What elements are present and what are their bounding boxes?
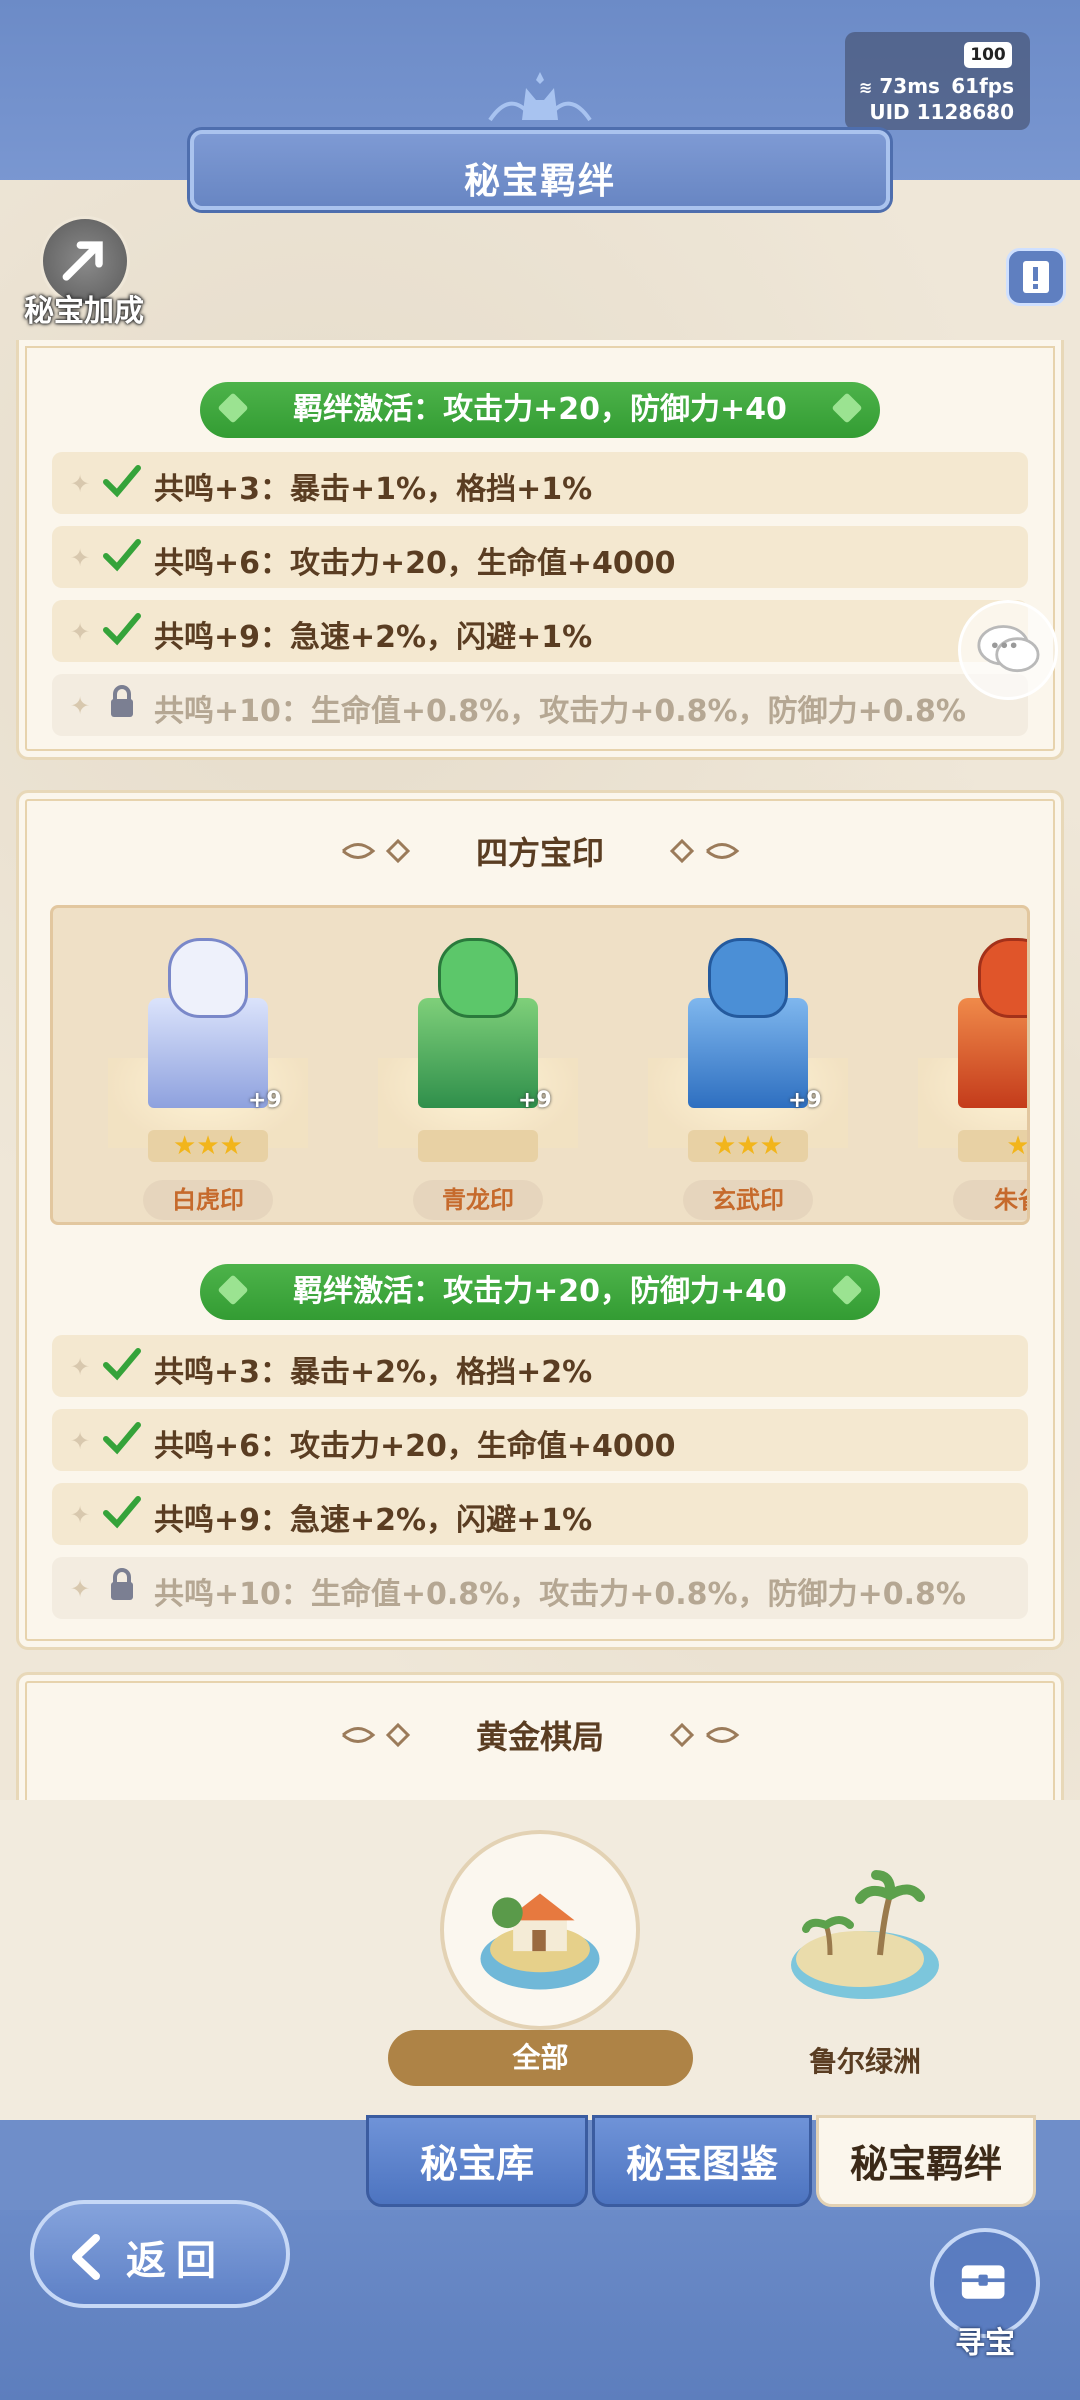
chat-bubble-icon[interactable] bbox=[958, 600, 1058, 700]
section-title-text: 黄金棋局 bbox=[475, 1718, 604, 1756]
sparkle-icon: ✦ bbox=[70, 544, 91, 572]
resonance-row-locked: ✦ 共鸣+10：生命值+0.8%，攻击力+0.8%，防御力+0.8% bbox=[52, 1557, 1028, 1619]
tab-treasure-vault[interactable]: 秘宝库 bbox=[366, 2115, 588, 2207]
seal-stars: ★★★ bbox=[148, 1130, 268, 1162]
oasis-island-icon bbox=[791, 1870, 939, 1999]
tortoise-figure-icon bbox=[708, 938, 788, 1018]
region-all-button[interactable] bbox=[440, 1830, 640, 2030]
wifi-icon: ≋ bbox=[859, 78, 873, 97]
check-icon bbox=[103, 613, 141, 646]
sparkle-icon: ✦ bbox=[70, 1427, 91, 1455]
page-title: 秘宝羁绊 bbox=[463, 161, 616, 202]
seal-card-white-tiger[interactable]: +9 ★★★ 白虎印 bbox=[88, 908, 328, 1222]
seal-name: 青龙印 bbox=[413, 1180, 543, 1220]
section-title: 黄金棋局 bbox=[340, 1712, 740, 1762]
resonance-row: ✦ 共鸣+3：暴击+2%，格挡+2% bbox=[52, 1335, 1028, 1397]
seal-name: 白虎印 bbox=[143, 1180, 273, 1220]
activation-text: 羁绊激活：攻击力+20，防御力+40 bbox=[293, 1274, 787, 1309]
resonance-row: ✦ 共鸣+6：攻击力+20，生命值+4000 bbox=[52, 526, 1028, 588]
seal-stars: ★ bbox=[958, 1130, 1027, 1162]
resonance-text: 共鸣+6：攻击力+20，生命值+4000 bbox=[154, 1429, 676, 1464]
resonance-text: 共鸣+9：急速+2%，闪避+1% bbox=[154, 620, 593, 655]
seal-stars: ★★★ bbox=[688, 1130, 808, 1162]
resonance-row: ✦ 共鸣+6：攻击力+20，生命值+4000 bbox=[52, 1409, 1028, 1471]
seal-name: 玄武印 bbox=[683, 1180, 813, 1220]
ping-readout: ≋ 73ms bbox=[859, 74, 940, 98]
activation-banner-2: 羁绊激活：攻击力+20，防御力+40 bbox=[200, 1264, 880, 1320]
uid-readout: UID 1128680 bbox=[869, 100, 1014, 124]
title-ribbon: 秘宝羁绊 bbox=[190, 130, 890, 210]
section-title-text: 四方宝印 bbox=[475, 834, 604, 872]
book-icon[interactable] bbox=[1006, 248, 1066, 306]
seal-name: 朱雀 bbox=[953, 1180, 1027, 1220]
seal-level: +9 bbox=[248, 1088, 282, 1113]
seal-level: +9 bbox=[788, 1088, 822, 1113]
check-icon bbox=[103, 1496, 141, 1529]
back-label: 返回 bbox=[126, 2238, 226, 2284]
fps-readout: 61fps bbox=[951, 74, 1014, 98]
tab-treasure-codex[interactable]: 秘宝图鉴 bbox=[592, 2115, 812, 2207]
ornament-left-icon bbox=[342, 1722, 411, 1748]
check-icon bbox=[103, 465, 141, 498]
status-overlay: 100 ≋ 73ms 61fps UID 1128680 bbox=[845, 32, 1030, 130]
seal-card-vermilion-bird[interactable]: ★ 朱雀 bbox=[898, 908, 1027, 1222]
lock-icon bbox=[111, 685, 133, 717]
back-button[interactable]: 返回 bbox=[30, 2200, 290, 2308]
resonance-row: ✦ 共鸣+9：急速+2%，闪避+1% bbox=[52, 600, 1028, 662]
ornament-left-icon bbox=[342, 838, 411, 864]
resonance-row: ✦ 共鸣+9：急速+2%，闪避+1% bbox=[52, 1483, 1028, 1545]
region-oasis-button[interactable] bbox=[780, 1855, 950, 2025]
back-arrow-icon bbox=[72, 2234, 100, 2280]
resonance-text: 共鸣+10：生命值+0.8%，攻击力+0.8%，防御力+0.8% bbox=[154, 1577, 966, 1612]
resonance-text: 共鸣+3：暴击+1%，格挡+1% bbox=[154, 472, 593, 507]
resonance-text: 共鸣+10：生命值+0.8%，攻击力+0.8%，防御力+0.8% bbox=[154, 694, 966, 729]
check-icon bbox=[103, 1348, 141, 1381]
ornament-right-icon bbox=[669, 838, 740, 864]
tab-treasure-bonds[interactable]: 秘宝羁绊 bbox=[816, 2115, 1036, 2207]
resonance-text: 共鸣+6：攻击力+20，生命值+4000 bbox=[154, 546, 676, 581]
tiger-figure-icon bbox=[168, 938, 248, 1018]
seal-card-azure-dragon[interactable]: +9 青龙印 bbox=[358, 908, 598, 1222]
seal-level: +9 bbox=[518, 1088, 552, 1113]
cat-emblem-icon bbox=[488, 72, 592, 122]
activation-text: 羁绊激活：攻击力+20，防御力+40 bbox=[293, 392, 787, 427]
sparkle-icon: ✦ bbox=[70, 618, 91, 646]
check-icon bbox=[103, 1422, 141, 1455]
treasure-hunt-label[interactable]: 寻宝 bbox=[935, 2318, 1035, 2362]
ornament-right-icon bbox=[669, 1722, 740, 1748]
resonance-text: 共鸣+9：急速+2%，闪避+1% bbox=[154, 1503, 593, 1538]
seal-card-black-tortoise[interactable]: +9 ★★★ 玄武印 bbox=[628, 908, 868, 1222]
resonance-row: ✦ 共鸣+3：暴击+1%，格挡+1% bbox=[52, 452, 1028, 514]
phoenix-figure-icon bbox=[978, 938, 1027, 1018]
section-title: 四方宝印 bbox=[340, 828, 740, 878]
sparkle-icon: ✦ bbox=[70, 470, 91, 498]
seal-carousel[interactable]: +9 ★★★ 白虎印 +9 青龙印 +9 ★★★ 玄武印 ★ 朱雀 bbox=[50, 905, 1030, 1225]
resonance-text: 共鸣+3：暴击+2%，格挡+2% bbox=[154, 1355, 593, 1390]
lock-icon bbox=[111, 1568, 133, 1600]
activation-banner-1: 羁绊激活：攻击力+20，防御力+40 bbox=[200, 382, 880, 438]
sparkle-icon: ✦ bbox=[70, 692, 91, 720]
battery-indicator: 100 bbox=[964, 42, 1012, 68]
resonance-row-locked: ✦ 共鸣+10：生命值+0.8%，攻击力+0.8%，防御力+0.8% bbox=[52, 674, 1028, 736]
seal-stars bbox=[418, 1130, 538, 1162]
bonus-label: 秘宝加成 bbox=[24, 294, 144, 329]
treasure-bonus-button[interactable]: 秘宝加成 bbox=[14, 210, 154, 330]
region-all-label[interactable]: 全部 bbox=[388, 2030, 693, 2086]
region-oasis-label[interactable]: 鲁尔绿洲 bbox=[760, 2040, 970, 2080]
check-icon bbox=[103, 539, 141, 572]
sparkle-icon: ✦ bbox=[70, 1501, 91, 1529]
dragon-figure-icon bbox=[438, 938, 518, 1018]
house-island-icon bbox=[480, 1893, 600, 1990]
sparkle-icon: ✦ bbox=[70, 1353, 91, 1381]
ping-value: 73ms bbox=[879, 74, 940, 98]
sparkle-icon: ✦ bbox=[70, 1575, 91, 1603]
